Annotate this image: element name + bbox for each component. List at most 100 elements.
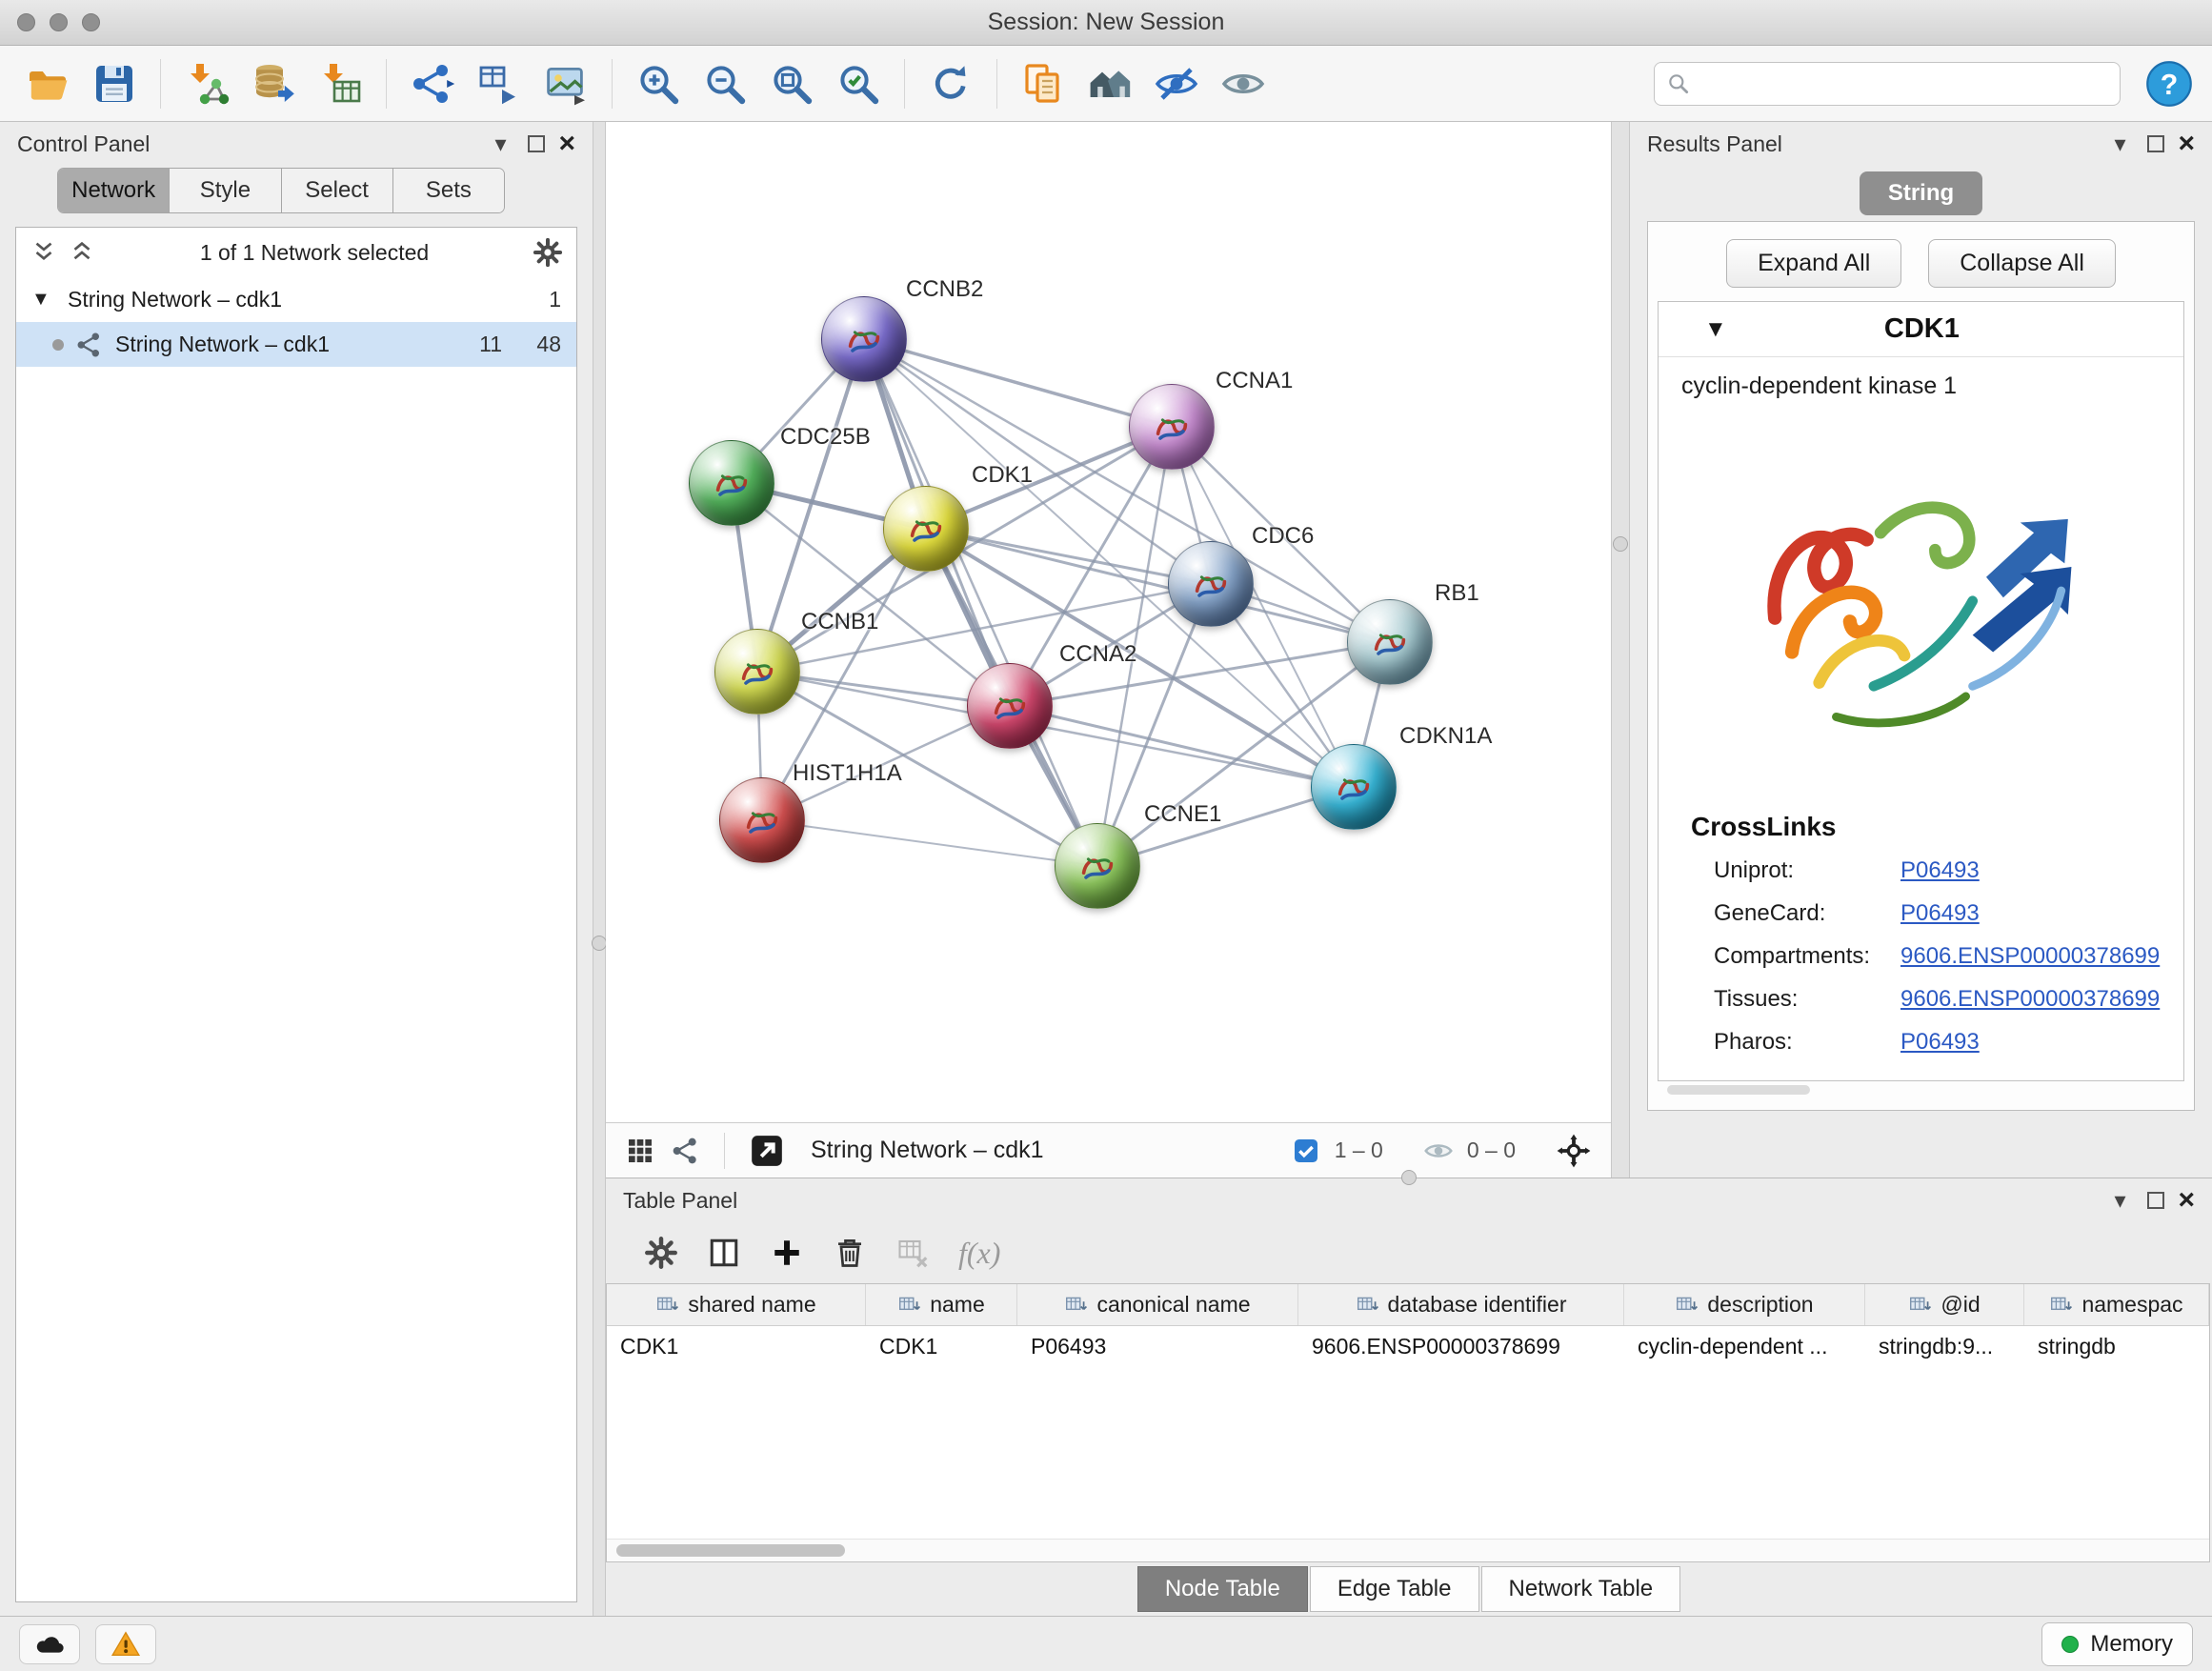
add-column-icon[interactable]: [770, 1236, 804, 1270]
protein-card-header[interactable]: ▼ CDK1: [1659, 302, 2183, 357]
network-edge-ccnb2-ccna1[interactable]: [864, 339, 1172, 427]
crosslink-pharos-link[interactable]: P06493: [1900, 1029, 1980, 1055]
control-panel-float-button[interactable]: [528, 135, 545, 152]
results-horizontal-scrollbar[interactable]: [1667, 1085, 1810, 1095]
table-row[interactable]: CDK1 CDK1 P06493 9606.ENSP00000378699 cy…: [607, 1326, 2209, 1366]
search-input[interactable]: [1699, 70, 2108, 96]
splitter-handle[interactable]: [592, 936, 607, 951]
network-node-rb1[interactable]: [1347, 599, 1433, 685]
column-header-database-identifier[interactable]: database identifier: [1298, 1284, 1624, 1325]
network-node-cdc6[interactable]: [1168, 541, 1254, 627]
memory-button[interactable]: Memory: [2041, 1622, 2193, 1666]
results-panel-menu-button[interactable]: ▾: [2105, 131, 2134, 158]
cell-name[interactable]: CDK1: [866, 1326, 1017, 1366]
network-edge-hist1h1a-ccne1[interactable]: [762, 820, 1097, 866]
table-panel-float-button[interactable]: [2147, 1192, 2164, 1209]
refresh-view-button[interactable]: [920, 53, 981, 114]
network-edge-ccnb2-ccne1[interactable]: [864, 339, 1097, 866]
control-panel-close-button[interactable]: ×: [558, 130, 575, 158]
collapse-card-icon[interactable]: ▼: [1704, 316, 1727, 343]
function-builder-button[interactable]: f(x): [958, 1236, 1000, 1271]
control-panel-menu-button[interactable]: ▾: [486, 131, 514, 158]
network-from-table-button[interactable]: [469, 53, 530, 114]
table-splitter-handle[interactable]: [1401, 1170, 1417, 1185]
network-collection-row[interactable]: ▼ String Network – cdk1 1: [16, 277, 576, 322]
delete-column-trash-icon[interactable]: [833, 1236, 867, 1270]
hidden-eye-slash-icon[interactable]: [1423, 1136, 1454, 1166]
network-options-gear-icon[interactable]: [533, 237, 563, 268]
column-header-canonical-name[interactable]: canonical name: [1017, 1284, 1298, 1325]
cell-id[interactable]: stringdb:9...: [1865, 1326, 2024, 1366]
results-panel-float-button[interactable]: [2147, 135, 2164, 152]
network-node-ccna1[interactable]: [1129, 384, 1215, 470]
scrollbar-thumb[interactable]: [616, 1544, 845, 1557]
tab-network-table[interactable]: Network Table: [1481, 1566, 1681, 1612]
tab-style[interactable]: Style: [170, 169, 281, 212]
import-network-database-button[interactable]: [243, 53, 304, 114]
cell-canonical-name[interactable]: P06493: [1017, 1326, 1298, 1366]
table-horizontal-scrollbar[interactable]: [607, 1539, 2209, 1561]
cell-description[interactable]: cyclin-dependent ...: [1624, 1326, 1865, 1366]
minimize-window-button[interactable]: [50, 13, 68, 31]
cell-namespace[interactable]: stringdb: [2024, 1326, 2209, 1366]
maximize-window-button[interactable]: [82, 13, 100, 31]
tab-node-table[interactable]: Node Table: [1137, 1566, 1308, 1612]
selected-checkbox-icon[interactable]: [1291, 1136, 1321, 1166]
column-header-name[interactable]: name: [866, 1284, 1017, 1325]
detach-view-icon[interactable]: [748, 1132, 786, 1170]
crosslink-genecard-link[interactable]: P06493: [1900, 900, 1980, 926]
column-header-id[interactable]: @id: [1865, 1284, 2024, 1325]
network-node-ccnb1[interactable]: [714, 629, 800, 715]
splitter-handle[interactable]: [1613, 536, 1628, 552]
grid-view-icon[interactable]: [625, 1136, 655, 1166]
collapse-all-icon[interactable]: [30, 238, 58, 267]
network-node-ccne1[interactable]: [1055, 823, 1140, 909]
network-node-ccna2[interactable]: [967, 663, 1053, 749]
expand-all-button[interactable]: Expand All: [1726, 239, 1901, 288]
collapse-all-button[interactable]: Collapse All: [1928, 239, 2116, 288]
tab-edge-table[interactable]: Edge Table: [1310, 1566, 1479, 1612]
network-node-ccnb2[interactable]: [821, 296, 907, 382]
string-results-tab[interactable]: String: [1860, 171, 1982, 215]
zoom-in-button[interactable]: [628, 53, 689, 114]
close-window-button[interactable]: [17, 13, 35, 31]
control-network-splitter[interactable]: [593, 122, 606, 1616]
zoom-fit-button[interactable]: [761, 53, 822, 114]
zoom-out-button[interactable]: [694, 53, 755, 114]
show-columns-icon[interactable]: [707, 1236, 741, 1270]
export-image-button[interactable]: [535, 53, 596, 114]
network-canvas[interactable]: CCNB2CCNA1CDC25BCDK1CDC6RB1CCNB1CCNA2CDK…: [606, 122, 1611, 1122]
copy-document-button[interactable]: [1013, 53, 1074, 114]
column-header-namespace[interactable]: namespac: [2024, 1284, 2209, 1325]
expand-all-icon[interactable]: [68, 238, 96, 267]
network-overview-icon[interactable]: [671, 1136, 701, 1166]
tab-network[interactable]: Network: [58, 169, 170, 212]
open-session-button[interactable]: [17, 53, 78, 114]
warnings-button[interactable]: [95, 1624, 156, 1664]
network-node-hist1h1a[interactable]: [719, 777, 805, 863]
crosslink-tissues-link[interactable]: 9606.ENSP00000378699: [1900, 986, 2160, 1012]
tab-sets[interactable]: Sets: [393, 169, 504, 212]
home-networks-button[interactable]: [1079, 53, 1140, 114]
clone-network-button[interactable]: [402, 53, 463, 114]
tab-select[interactable]: Select: [282, 169, 393, 212]
network-node-cdk1[interactable]: [883, 486, 969, 572]
table-panel-menu-button[interactable]: ▾: [2105, 1187, 2134, 1215]
column-header-shared-name[interactable]: shared name: [607, 1284, 866, 1325]
table-settings-gear-icon[interactable]: [644, 1236, 678, 1270]
cell-shared-name[interactable]: CDK1: [607, 1326, 866, 1366]
cloud-status-button[interactable]: [19, 1624, 80, 1664]
zoom-selected-button[interactable]: [828, 53, 889, 114]
results-panel-close-button[interactable]: ×: [2178, 130, 2195, 158]
hide-selected-button[interactable]: [1146, 53, 1207, 114]
import-network-file-button[interactable]: [176, 53, 237, 114]
network-node-cdkn1a[interactable]: [1311, 744, 1397, 830]
column-header-description[interactable]: description: [1624, 1284, 1865, 1325]
crosslink-uniprot-link[interactable]: P06493: [1900, 857, 1980, 883]
network-results-splitter[interactable]: [1611, 122, 1630, 1178]
table-panel-close-button[interactable]: ×: [2178, 1186, 2195, 1215]
cell-database-identifier[interactable]: 9606.ENSP00000378699: [1298, 1326, 1624, 1366]
import-table-button[interactable]: [310, 53, 371, 114]
tree-expand-icon[interactable]: ▼: [31, 289, 56, 311]
crosslink-compartments-link[interactable]: 9606.ENSP00000378699: [1900, 943, 2160, 969]
